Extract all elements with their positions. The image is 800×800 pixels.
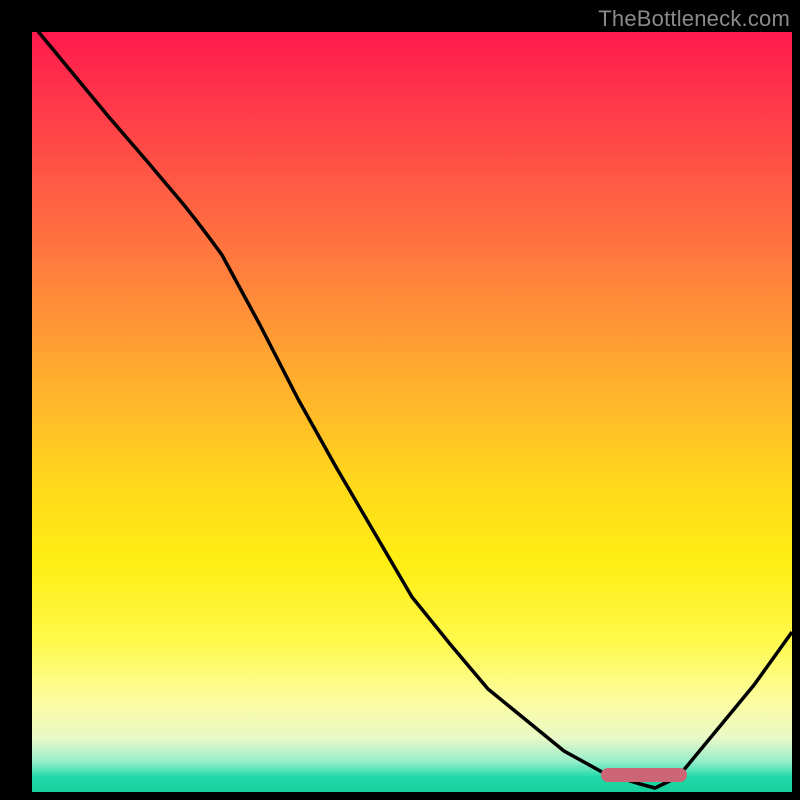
chart-svg: [32, 32, 792, 792]
chart-wrapper: TheBottleneck.com: [0, 0, 800, 800]
bottleneck-curve: [32, 32, 792, 788]
plot-area: [32, 32, 792, 792]
optimal-range-marker: [601, 768, 687, 782]
watermark-text: TheBottleneck.com: [598, 6, 790, 32]
